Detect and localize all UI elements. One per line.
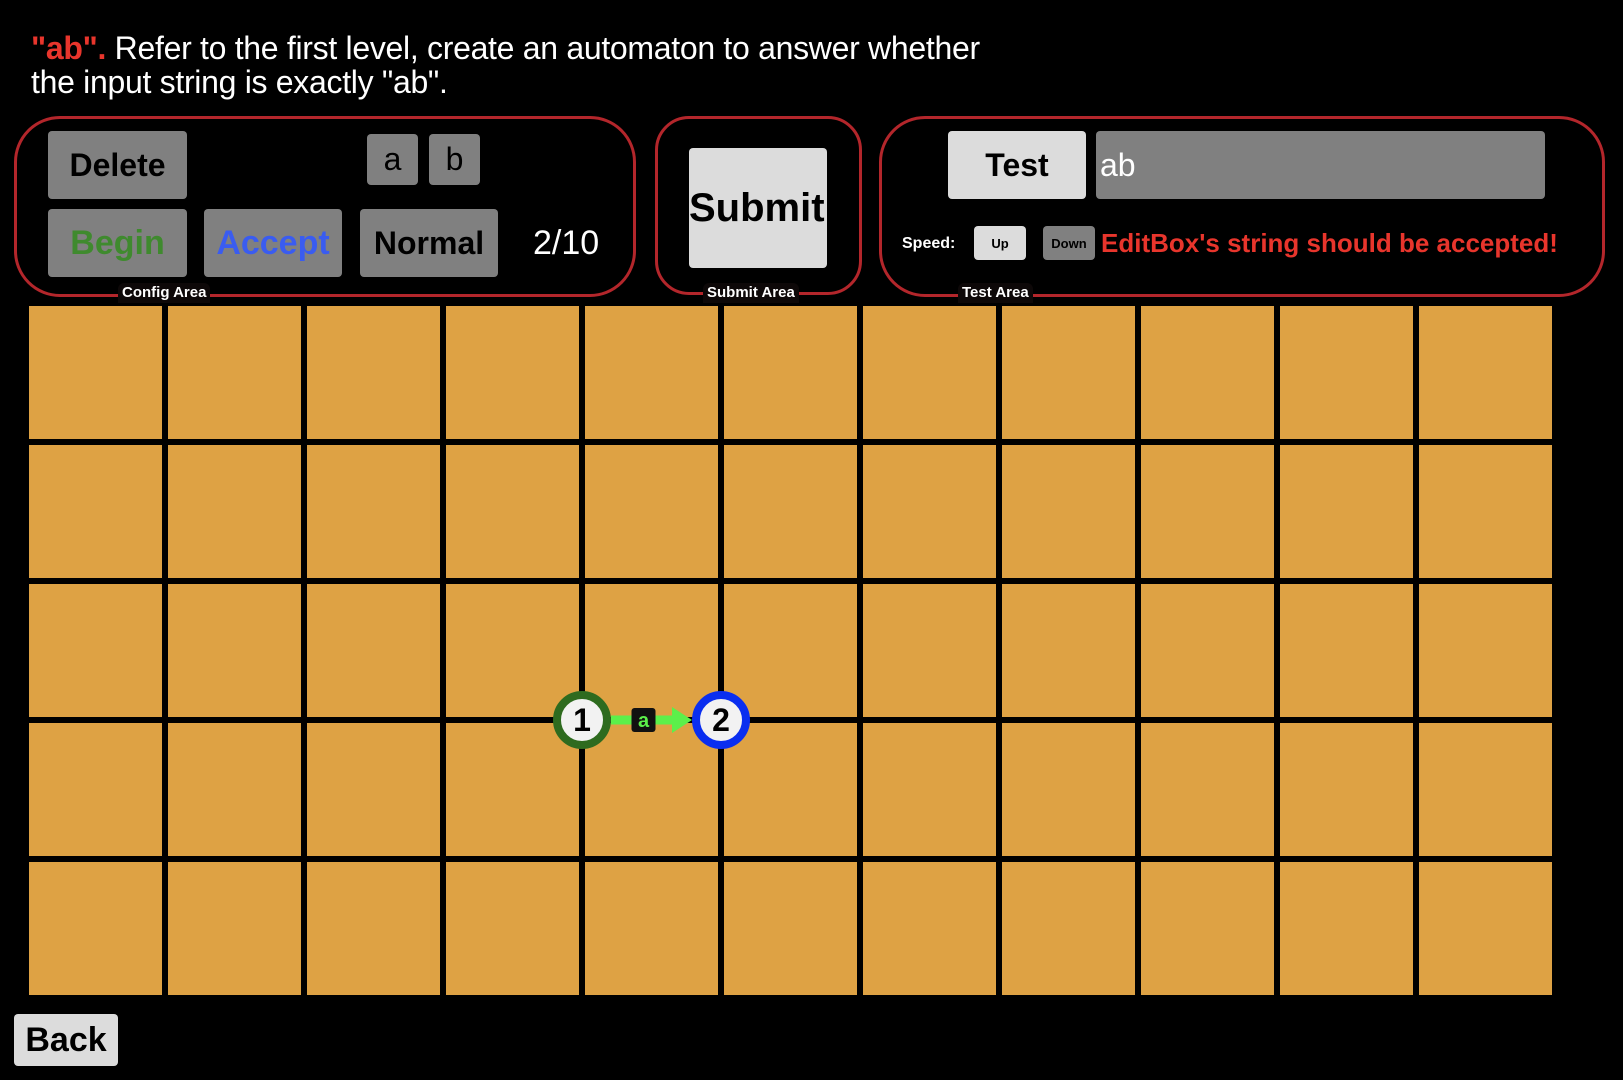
target-string: "ab". [31,30,107,66]
test-string-input[interactable] [1096,131,1545,199]
grid-cell[interactable] [307,584,440,717]
grid-cell[interactable] [1002,584,1135,717]
grid-cell[interactable] [585,445,718,578]
grid-cell[interactable] [1419,584,1552,717]
grid-cell[interactable] [446,584,579,717]
grid-cell[interactable] [1141,306,1274,439]
config-area-label: Config Area [118,283,211,303]
grid-cell[interactable] [863,862,996,995]
grid-cell[interactable] [1419,723,1552,856]
grid-cell[interactable] [724,723,857,856]
grid-cell[interactable] [585,584,718,717]
grid-cell[interactable] [863,445,996,578]
grid-cell[interactable] [585,862,718,995]
grid-cell[interactable] [724,584,857,717]
instructions-text: Refer to the first level, create an auto… [31,30,980,100]
grid-cell[interactable] [1002,445,1135,578]
grid-cell[interactable] [446,306,579,439]
grid-cell[interactable] [724,445,857,578]
grid-cell[interactable] [168,445,301,578]
grid-cell[interactable] [1280,723,1413,856]
grid-cell[interactable] [29,306,162,439]
grid-cell[interactable] [307,862,440,995]
grid-cell[interactable] [1141,445,1274,578]
normal-state-button[interactable]: Normal [360,209,498,277]
speed-label: Speed: [902,235,956,252]
level-instructions: "ab". Refer to the first level, create a… [31,31,991,99]
grid-cell[interactable] [29,862,162,995]
grid-cell[interactable] [1280,306,1413,439]
grid-cell[interactable] [168,306,301,439]
submit-area-label: Submit Area [703,283,799,303]
speed-down-button[interactable]: Down [1043,226,1095,260]
grid-cell[interactable] [724,306,857,439]
grid-cell[interactable] [1419,306,1552,439]
delete-button[interactable]: Delete [48,131,187,199]
submit-button[interactable]: Submit [689,148,827,268]
accept-state-button[interactable]: Accept [204,209,342,277]
grid-cell[interactable] [724,862,857,995]
grid-cell[interactable] [585,306,718,439]
grid-cell[interactable] [1002,862,1135,995]
symbol-a-button[interactable]: a [367,134,418,185]
state-counter: 2/10 [533,224,600,262]
grid-cell[interactable] [863,584,996,717]
grid-cell[interactable] [1141,584,1274,717]
grid-cell[interactable] [307,445,440,578]
grid-cell[interactable] [1141,862,1274,995]
grid-cell[interactable] [446,723,579,856]
grid-cell[interactable] [446,862,579,995]
grid-cell[interactable] [29,584,162,717]
grid-cell[interactable] [29,723,162,856]
grid-cell[interactable] [1141,723,1274,856]
grid-cell[interactable] [307,306,440,439]
test-area-label: Test Area [958,283,1033,303]
status-message: EditBox's string should be accepted! [1101,228,1558,258]
grid-cell[interactable] [863,723,996,856]
grid-cell[interactable] [1280,445,1413,578]
grid-cell[interactable] [1419,862,1552,995]
grid-cell[interactable] [168,862,301,995]
grid-cell[interactable] [168,723,301,856]
state-id: 2 [712,702,730,738]
symbol-b-button[interactable]: b [429,134,480,185]
grid-cell[interactable] [585,723,718,856]
grid-cell[interactable] [1002,723,1135,856]
accept-state-node[interactable]: 2 [692,691,750,749]
begin-state-node[interactable]: 1 [553,691,611,749]
begin-state-button[interactable]: Begin [48,209,187,277]
test-button[interactable]: Test [948,131,1086,199]
state-id: 1 [573,702,591,738]
speed-up-button[interactable]: Up [974,226,1026,260]
grid-cell[interactable] [1280,862,1413,995]
grid-cell[interactable] [168,584,301,717]
back-button[interactable]: Back [14,1014,118,1066]
grid-cell[interactable] [863,306,996,439]
grid-cell[interactable] [307,723,440,856]
grid-cell[interactable] [446,445,579,578]
grid-cell[interactable] [1419,445,1552,578]
grid-cell[interactable] [29,445,162,578]
grid-cell[interactable] [1280,584,1413,717]
grid-cell[interactable] [1002,306,1135,439]
